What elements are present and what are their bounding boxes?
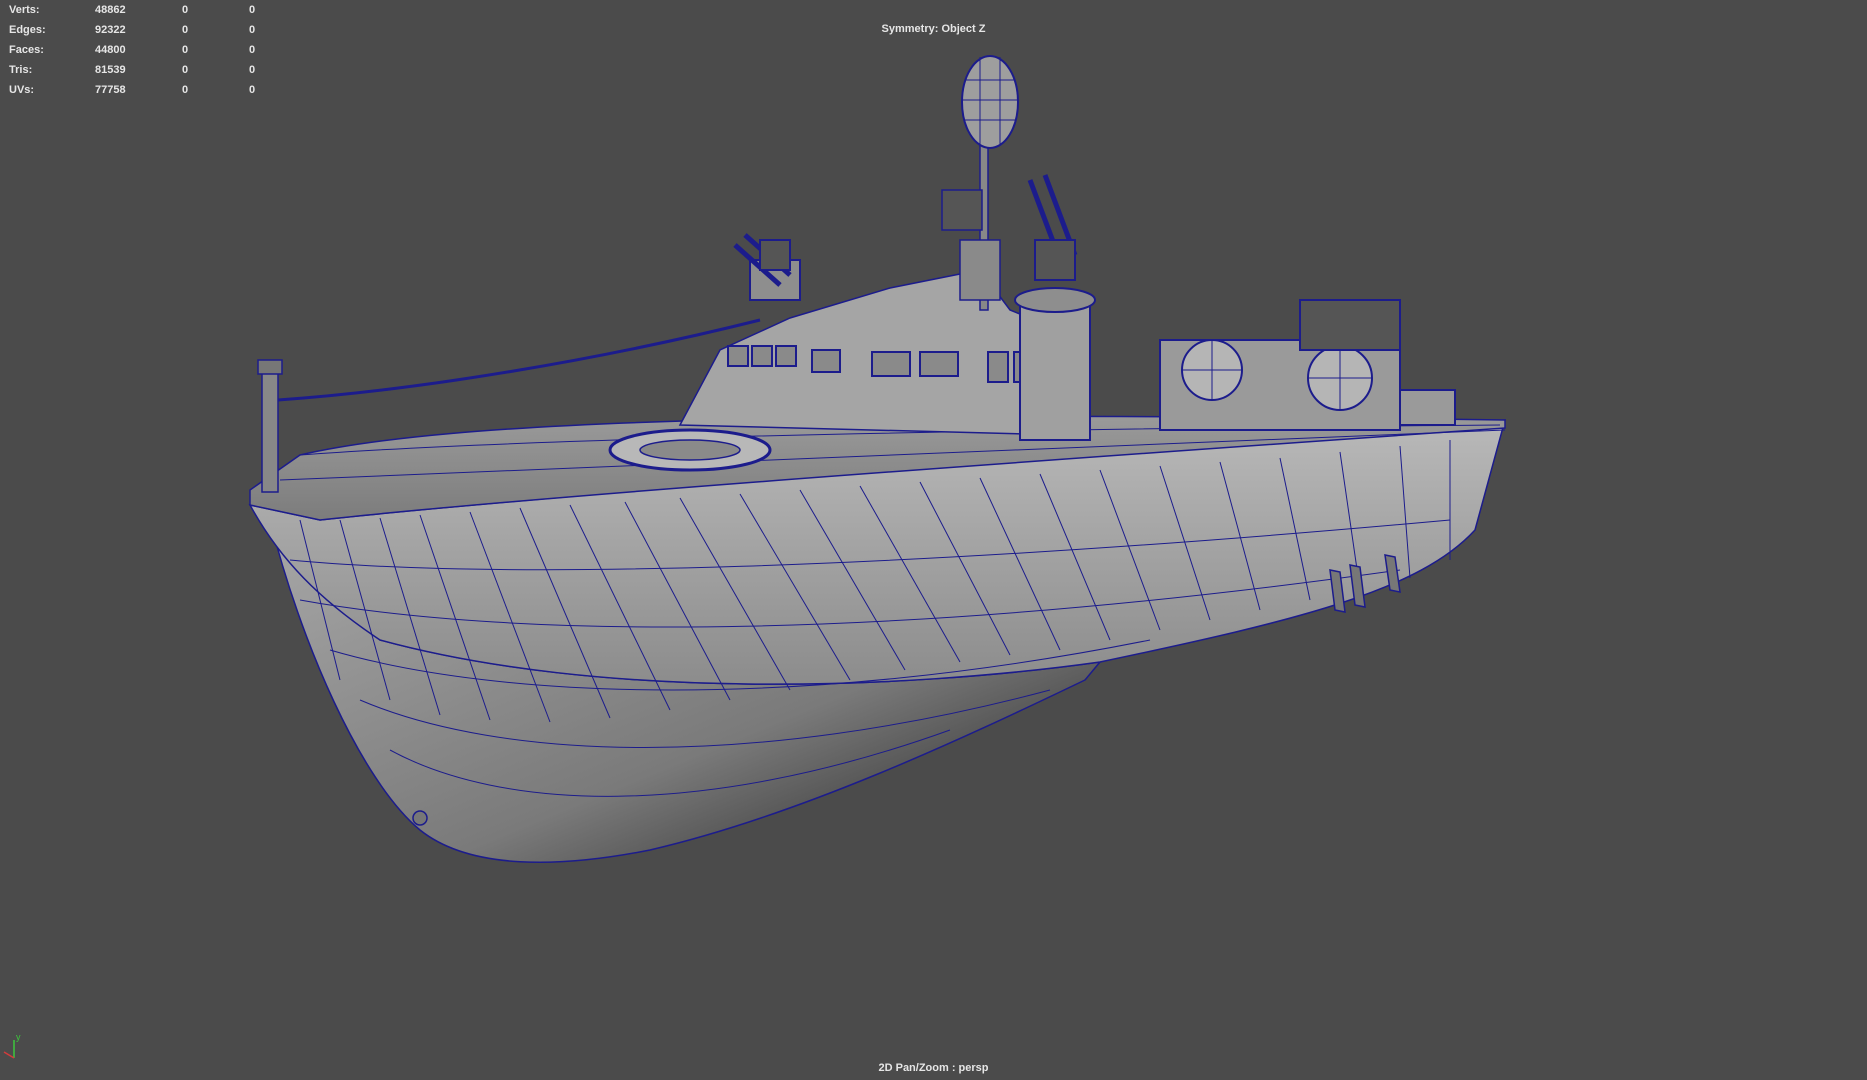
hud-selected: 0 bbox=[182, 84, 189, 96]
mast bbox=[941, 55, 1019, 311]
hud-extra: 0 bbox=[249, 64, 256, 76]
hud-selected: 0 bbox=[182, 44, 189, 56]
hud-selected: 0 bbox=[182, 64, 189, 76]
hud-row-uvs: UVs: 77758 0 0 bbox=[0, 84, 270, 104]
hud-extra: 0 bbox=[249, 4, 256, 16]
hud-value: 44800 bbox=[95, 44, 126, 56]
hud-extra: 0 bbox=[249, 44, 256, 56]
bow-post bbox=[257, 359, 283, 493]
symmetry-label: Symmetry: Object Z bbox=[881, 23, 986, 35]
hud-row-faces: Faces: 44800 0 0 bbox=[0, 44, 270, 64]
deck-machinery bbox=[1159, 299, 1456, 431]
hud-value: 81539 bbox=[95, 64, 126, 76]
hud-selected: 0 bbox=[182, 4, 189, 16]
viewport-3d[interactable]: y Verts: 48862 0 0 Edges: 92322 0 0 Face… bbox=[0, 0, 1867, 1080]
axis-gizmo: y bbox=[3, 1032, 21, 1059]
hud-extra: 0 bbox=[249, 84, 256, 96]
bow-rope bbox=[277, 318, 761, 402]
camera-label: 2D Pan/Zoom : persp bbox=[878, 1062, 989, 1074]
hud-label: UVs: bbox=[9, 84, 35, 96]
hud-value: 77758 bbox=[95, 84, 126, 96]
hud-label: Verts: bbox=[9, 4, 40, 16]
gun-turret-aft bbox=[1014, 174, 1096, 441]
axis-x-line bbox=[3, 1051, 15, 1059]
hud-label: Tris: bbox=[9, 64, 33, 76]
hud-label: Faces: bbox=[9, 44, 44, 56]
hud-value: 48862 bbox=[95, 4, 126, 16]
boat-mesh-wireframe[interactable]: y bbox=[0, 0, 1867, 1080]
axis-y-label: y bbox=[16, 1032, 21, 1042]
gun-turret-front bbox=[733, 233, 801, 301]
hud-row-verts: Verts: 48862 0 0 bbox=[0, 4, 270, 24]
hud-row-tris: Tris: 81539 0 0 bbox=[0, 64, 270, 84]
